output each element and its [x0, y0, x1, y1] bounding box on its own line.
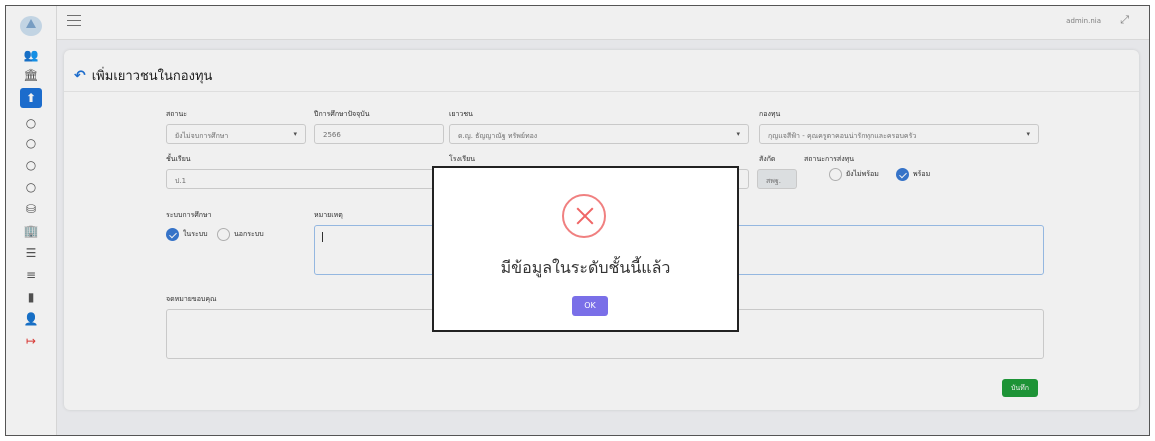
dialog-message: มีข้อมูลในระดับชั้นนี้แล้ว — [500, 258, 671, 277]
error-x-icon — [562, 194, 606, 238]
error-dialog: มีข้อมูลในระดับชั้นนี้แล้ว OK — [432, 166, 739, 332]
ok-button[interactable]: OK — [572, 296, 608, 316]
